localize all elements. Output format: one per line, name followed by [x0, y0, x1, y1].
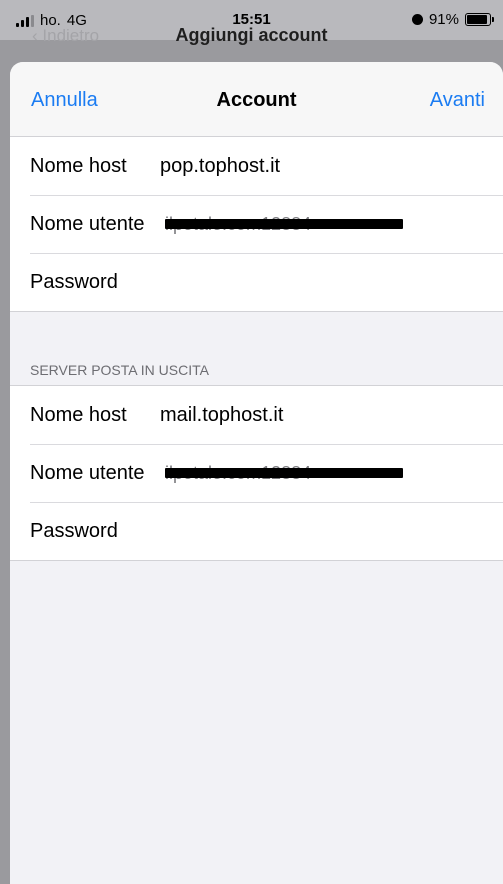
background-title: Aggiungi account: [175, 25, 328, 45]
incoming-password-row[interactable]: Password: [10, 253, 503, 311]
outgoing-hostname-field[interactable]: mail.tophost.it: [160, 404, 283, 427]
outgoing-server-group: Nome host mail.tophost.it Nome utente il…: [10, 386, 503, 561]
sheet-navbar: Annulla Account Avanti: [10, 62, 503, 137]
redaction-bar: [165, 219, 403, 229]
background-navbar: ‹ Indietro Aggiungi account: [0, 24, 503, 64]
outgoing-hostname-label: Nome host: [30, 403, 127, 426]
redaction-bar: [165, 468, 403, 478]
incoming-username-label: Nome utente: [30, 212, 145, 235]
outgoing-password-label: Password: [30, 519, 118, 542]
account-sheet: Annulla Account Avanti Nome host pop.top…: [10, 62, 503, 884]
outgoing-hostname-row[interactable]: Nome host mail.tophost.it: [10, 386, 503, 444]
outgoing-username-row[interactable]: Nome utente ilpotale.com12884: [10, 444, 503, 502]
incoming-hostname-field[interactable]: pop.tophost.it: [160, 155, 280, 178]
outgoing-password-row[interactable]: Password: [10, 502, 503, 560]
outgoing-section-header: SERVER POSTA IN USCITA: [10, 354, 503, 386]
next-button[interactable]: Avanti: [430, 89, 485, 112]
outgoing-username-label: Nome utente: [30, 461, 145, 484]
incoming-hostname-label: Nome host: [30, 154, 127, 177]
incoming-password-label: Password: [30, 270, 118, 293]
incoming-username-row[interactable]: Nome utente ilpotale.com12884: [10, 195, 503, 253]
incoming-hostname-row[interactable]: Nome host pop.tophost.it: [10, 137, 503, 195]
incoming-server-group: Nome host pop.tophost.it Nome utente ilp…: [10, 137, 503, 312]
